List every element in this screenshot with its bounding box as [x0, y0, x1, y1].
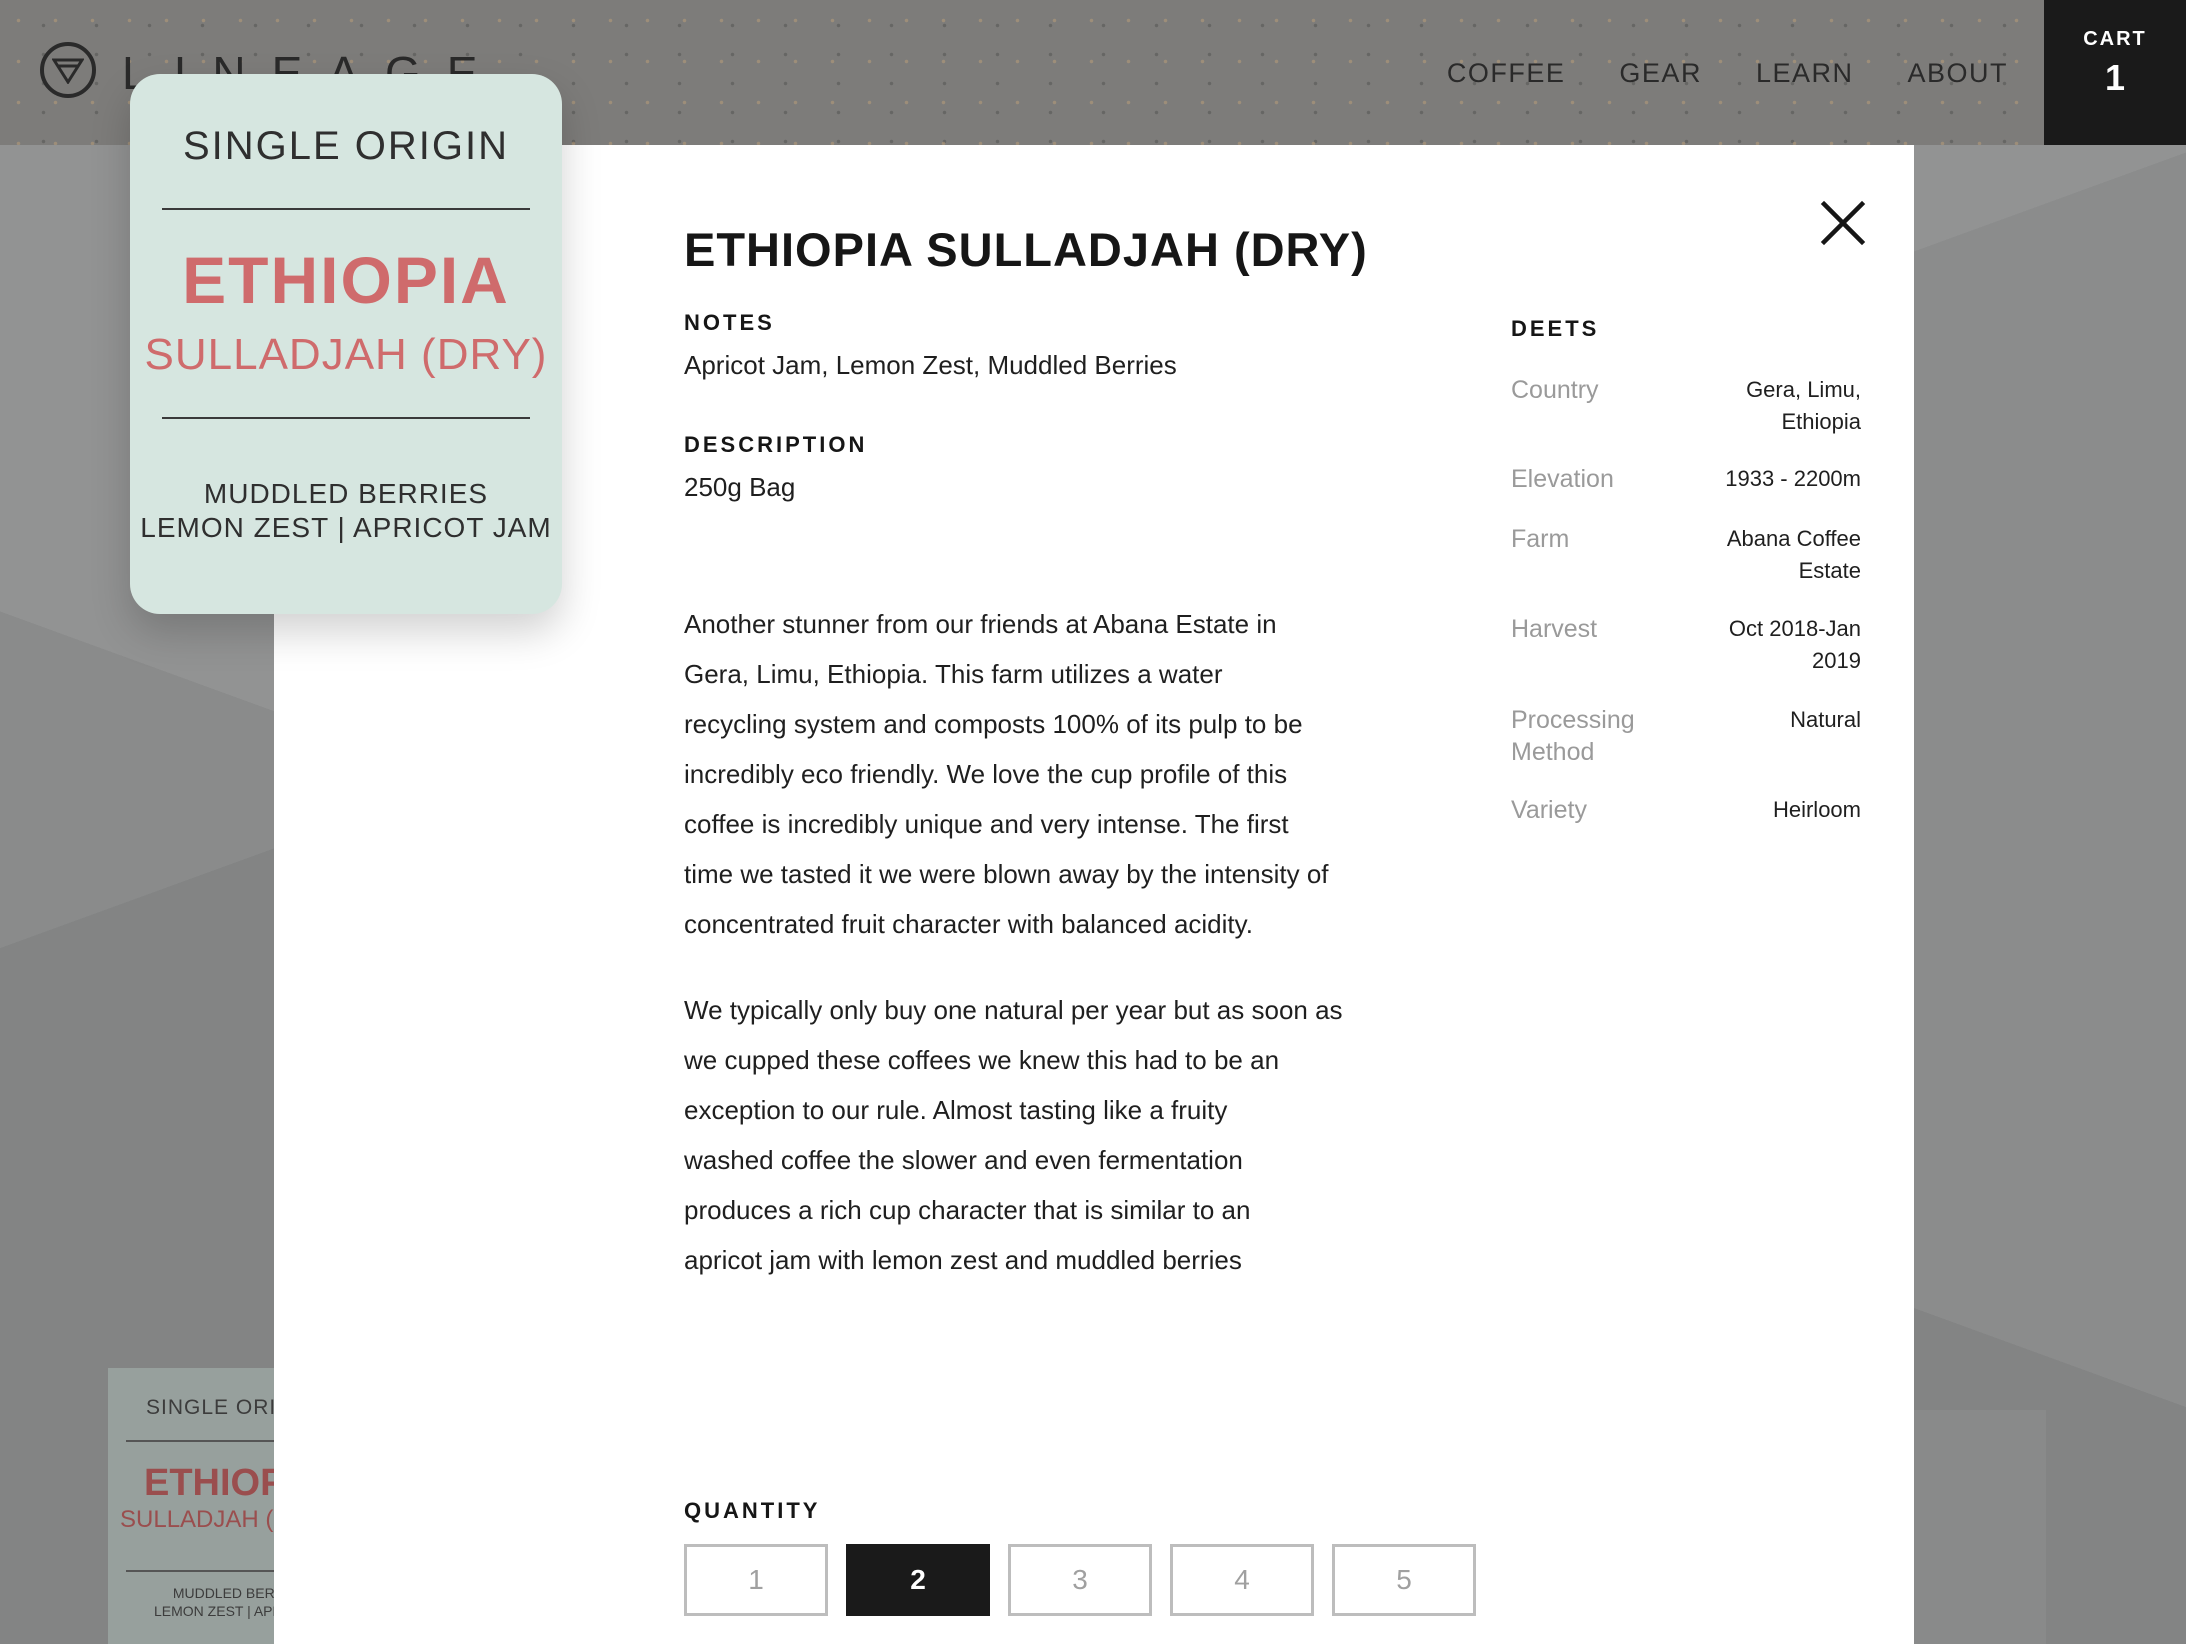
notes-text: Apricot Jam, Lemon Zest, Muddled Berries [684, 350, 1177, 380]
quantity-option-3[interactable]: 3 [1008, 1544, 1152, 1616]
deets-value: Natural [1691, 704, 1861, 768]
deets-value-line: Abana Coffee [1726, 526, 1861, 551]
nav-coffee[interactable]: COFFEE [1447, 58, 1566, 89]
paragraph-line: concentrated fruit character with balanc… [684, 909, 1253, 939]
paragraph-line: produces a rich cup character that is si… [684, 1195, 1251, 1225]
deets-value-line: Estate [1798, 558, 1861, 583]
paragraph-line: washed coffee the slower and even fermen… [684, 1145, 1243, 1175]
deets-row-variety: Variety Heirloom [1511, 794, 1861, 826]
deets-key: Variety [1511, 796, 1587, 824]
card-origin: ETHIOPIA [182, 243, 510, 317]
deets-value-line: Ethiopia [1781, 409, 1861, 434]
paragraph-line: Gera, Limu, Ethiopia. This farm utilizes… [684, 659, 1223, 689]
deets-key-line: Processing [1511, 706, 1635, 734]
card-divider [162, 208, 530, 210]
deets-key: Farm [1511, 525, 1570, 553]
quantity-selector: 1 2 3 4 5 [684, 1544, 1476, 1616]
main-nav: COFFEE GEAR LEARN ABOUT [1447, 58, 2008, 89]
description-paragraph-1: Another stunner from our friends at Aban… [684, 599, 1404, 949]
paragraph-line: exception to our rule. Almost tasting li… [684, 1095, 1228, 1125]
deets-row-farm: Farm Abana Coffee Estate [1511, 523, 1861, 587]
quantity-option-2[interactable]: 2 [846, 1544, 990, 1616]
quantity-heading: QUANTITY [684, 1498, 821, 1523]
card-notes-line: MUDDLED BERRIES [203, 478, 489, 509]
card-divider [162, 417, 530, 419]
description-text: 250g Bag [684, 472, 796, 502]
deets-value: Abana Coffee Estate [1691, 523, 1861, 587]
deets-heading: DEETS [1511, 316, 1600, 341]
deets-value-line: 2019 [1812, 648, 1861, 673]
bg-card-sub: SULLADJAH ( [120, 1506, 274, 1533]
deets-value-line: Heirloom [1772, 797, 1861, 822]
description-heading: DESCRIPTION [684, 432, 868, 457]
nav-learn[interactable]: LEARN [1756, 58, 1854, 89]
deets-value-line: Gera, Limu, [1746, 377, 1861, 402]
card-type: SINGLE ORIGIN [182, 124, 510, 168]
lineage-logo-icon[interactable] [40, 42, 96, 98]
deets-row-processing: Processing Method Natural [1511, 704, 1861, 768]
deets-value: Heirloom [1691, 794, 1861, 826]
paragraph-line: apricot jam with lemon zest and muddled … [684, 1245, 1242, 1275]
deets-value: 1933 - 2200m [1691, 463, 1861, 495]
paragraph-line: coffee is incredibly unique and very int… [684, 809, 1289, 839]
quantity-option-5[interactable]: 5 [1332, 1544, 1476, 1616]
notes-heading: NOTES [684, 310, 775, 335]
paragraph-line: time we tasted it we were blown away by … [684, 859, 1329, 889]
quantity-option-4[interactable]: 4 [1170, 1544, 1314, 1616]
deets-key-line: Method [1511, 738, 1595, 766]
product-title: ETHIOPIA SULLADJAH (DRY) [684, 223, 1368, 276]
card-subtitle: SULLADJAH (DRY) [144, 330, 548, 379]
quantity-option-1[interactable]: 1 [684, 1544, 828, 1616]
paragraph-line: we cupped these coffees we knew this had… [684, 1045, 1280, 1075]
deets-key: Harvest [1511, 615, 1598, 643]
deets-row-harvest: Harvest Oct 2018-Jan 2019 [1511, 613, 1861, 677]
close-icon[interactable] [1820, 200, 1866, 246]
background-panel [1914, 1410, 2046, 1644]
bg-card-type: SINGLE ORIG [146, 1396, 294, 1419]
deets-row-elevation: Elevation 1933 - 2200m [1511, 463, 1861, 495]
paragraph-line: incredibly eco friendly. We love the cup… [684, 759, 1288, 789]
deets-key: Processing Method [1511, 704, 1671, 768]
description-paragraph-2: We typically only buy one natural per ye… [684, 985, 1404, 1285]
deets-value-line: Oct 2018-Jan [1728, 616, 1861, 641]
nav-gear[interactable]: GEAR [1619, 58, 1702, 89]
deets-value: Gera, Limu, Ethiopia [1691, 374, 1861, 438]
cart-label: CART [2083, 28, 2147, 50]
paragraph-line: recycling system and composts 100% of it… [684, 709, 1303, 739]
paragraph-line: Another stunner from our friends at Aban… [684, 609, 1277, 639]
deets-key: Country [1511, 376, 1599, 404]
deets-row-country: Country Gera, Limu, Ethiopia [1511, 374, 1861, 438]
deets-value-line: 1933 - 2200m [1725, 466, 1861, 491]
card-notes-line: LEMON ZEST | APRICOT JAM [140, 512, 552, 543]
paragraph-line: We typically only buy one natural per ye… [684, 995, 1343, 1025]
product-label-card: SINGLE ORIGIN ETHIOPIA SULLADJAH (DRY) M… [130, 74, 562, 614]
deets-key: Elevation [1511, 465, 1614, 493]
cart-count: 1 [2104, 57, 2126, 98]
deets-value: Oct 2018-Jan 2019 [1691, 613, 1861, 677]
deets-value-line: Natural [1790, 707, 1861, 732]
nav-about[interactable]: ABOUT [1907, 58, 2008, 89]
cart-button[interactable]: CART 1 [2044, 0, 2186, 145]
